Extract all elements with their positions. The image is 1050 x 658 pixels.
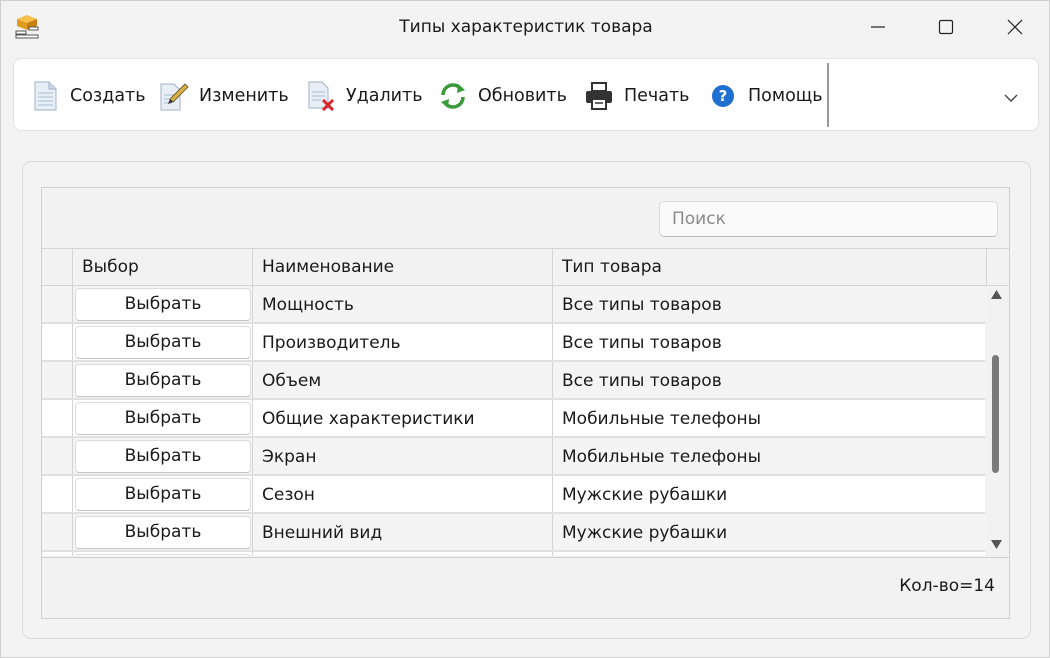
name-cell [252,552,552,556]
select-cell: Выбрать [72,324,252,360]
help-icon: ? [708,81,738,111]
delete-button[interactable]: Удалить [306,59,423,132]
type-cell [552,552,985,556]
toolbar: Создать Изменить Удалить Обновить Печать… [13,58,1039,131]
name-cell[interactable]: Внешний вид [252,514,552,550]
type-cell[interactable]: Все типы товаров [552,286,985,322]
refresh-button[interactable]: Обновить [438,59,567,132]
refresh-label: Обновить [478,85,567,106]
header-corner [986,249,1009,286]
type-cell[interactable]: Мужские рубашки [552,476,985,512]
title-bar: Типы характеристик товара [1,1,1049,53]
pencil-document-icon [159,81,189,111]
table-row: Выбрать Производитель Все типы товаров [42,324,985,362]
delete-label: Удалить [346,85,423,106]
select-button[interactable]: Выбрать [75,326,251,359]
select-button[interactable]: Выбрать [75,364,251,397]
select-button[interactable]: Выбрать [75,288,251,321]
table-row: Выбрать Мощность Все типы товаров [42,286,985,324]
column-header-type[interactable]: Тип товара [552,249,986,286]
table-row: Выбрать Сезон Мужские рубашки [42,476,985,514]
print-label: Печать [624,85,690,106]
type-cell[interactable]: Все типы товаров [552,362,985,398]
chevron-down-icon [1004,94,1018,102]
refresh-icon [438,81,468,111]
svg-text:?: ? [719,87,728,105]
close-icon [1007,19,1023,35]
edit-button[interactable]: Изменить [159,59,289,132]
toolbar-separator [827,63,829,127]
create-button[interactable]: Создать [30,59,146,132]
document-icon [30,81,60,111]
minimize-button[interactable] [856,9,900,45]
table-row: Выбрать Внешний вид Мужские рубашки [42,514,985,552]
type-cell[interactable]: Мужские рубашки [552,514,985,550]
select-button[interactable]: Выбрать [75,402,251,435]
toolbar-overflow-button[interactable] [999,85,1023,109]
select-cell: Выбрать [72,514,252,550]
maximize-button[interactable] [924,9,968,45]
select-button[interactable]: Выбрать [75,516,251,549]
table-row: Выбрать Общие характеристики Мобильные т… [42,400,985,438]
type-cell[interactable]: Все типы товаров [552,324,985,360]
row-header-column[interactable] [42,249,72,286]
select-button[interactable] [75,554,251,556]
edit-label: Изменить [199,85,289,106]
select-cell: Выбрать [72,362,252,398]
close-button[interactable] [993,9,1037,45]
select-cell: Выбрать [72,438,252,474]
table-body: Выбрать Мощность Все типы товаров Выбрат… [42,286,985,556]
name-cell[interactable]: Производитель [252,324,552,360]
type-cell[interactable]: Мобильные телефоны [552,438,985,474]
scrollbar-thumb[interactable] [992,355,999,473]
select-cell: Выбрать [72,476,252,512]
select-button[interactable]: Выбрать [75,440,251,473]
grid-footer: Кол-во=14 [42,557,1009,618]
help-label: Помощь [748,85,823,106]
name-cell[interactable]: Экран [252,438,552,474]
select-button[interactable]: Выбрать [75,478,251,511]
printer-icon [584,81,614,111]
scroll-up-icon[interactable] [991,290,1002,299]
select-cell: Выбрать [72,400,252,436]
table-row-partial [42,552,985,556]
delete-document-icon [306,81,336,111]
help-button[interactable]: ? Помощь [708,59,823,132]
vertical-scrollbar[interactable] [985,286,1007,556]
maximize-icon [938,19,954,35]
column-header-name[interactable]: Наименование [252,249,552,286]
column-header-select[interactable]: Выбор [72,249,252,286]
table-row: Выбрать Экран Мобильные телефоны [42,438,985,476]
minimize-icon [871,26,885,28]
record-count: Кол-во=14 [899,576,995,596]
select-cell: Выбрать [72,286,252,322]
name-cell[interactable]: Мощность [252,286,552,322]
main-window: Типы характеристик товара Создать Измени… [0,0,1050,658]
table-header: Выбор Наименование Тип товара [42,248,1009,286]
name-cell[interactable]: Сезон [252,476,552,512]
create-label: Создать [70,85,146,106]
scroll-down-icon[interactable] [991,540,1002,549]
table-row: Выбрать Объем Все типы товаров [42,362,985,400]
print-button[interactable]: Печать [584,59,690,132]
name-cell[interactable]: Объем [252,362,552,398]
name-cell[interactable]: Общие характеристики [252,400,552,436]
select-cell [72,552,252,556]
search-input[interactable] [659,201,998,237]
type-cell[interactable]: Мобильные телефоны [552,400,985,436]
